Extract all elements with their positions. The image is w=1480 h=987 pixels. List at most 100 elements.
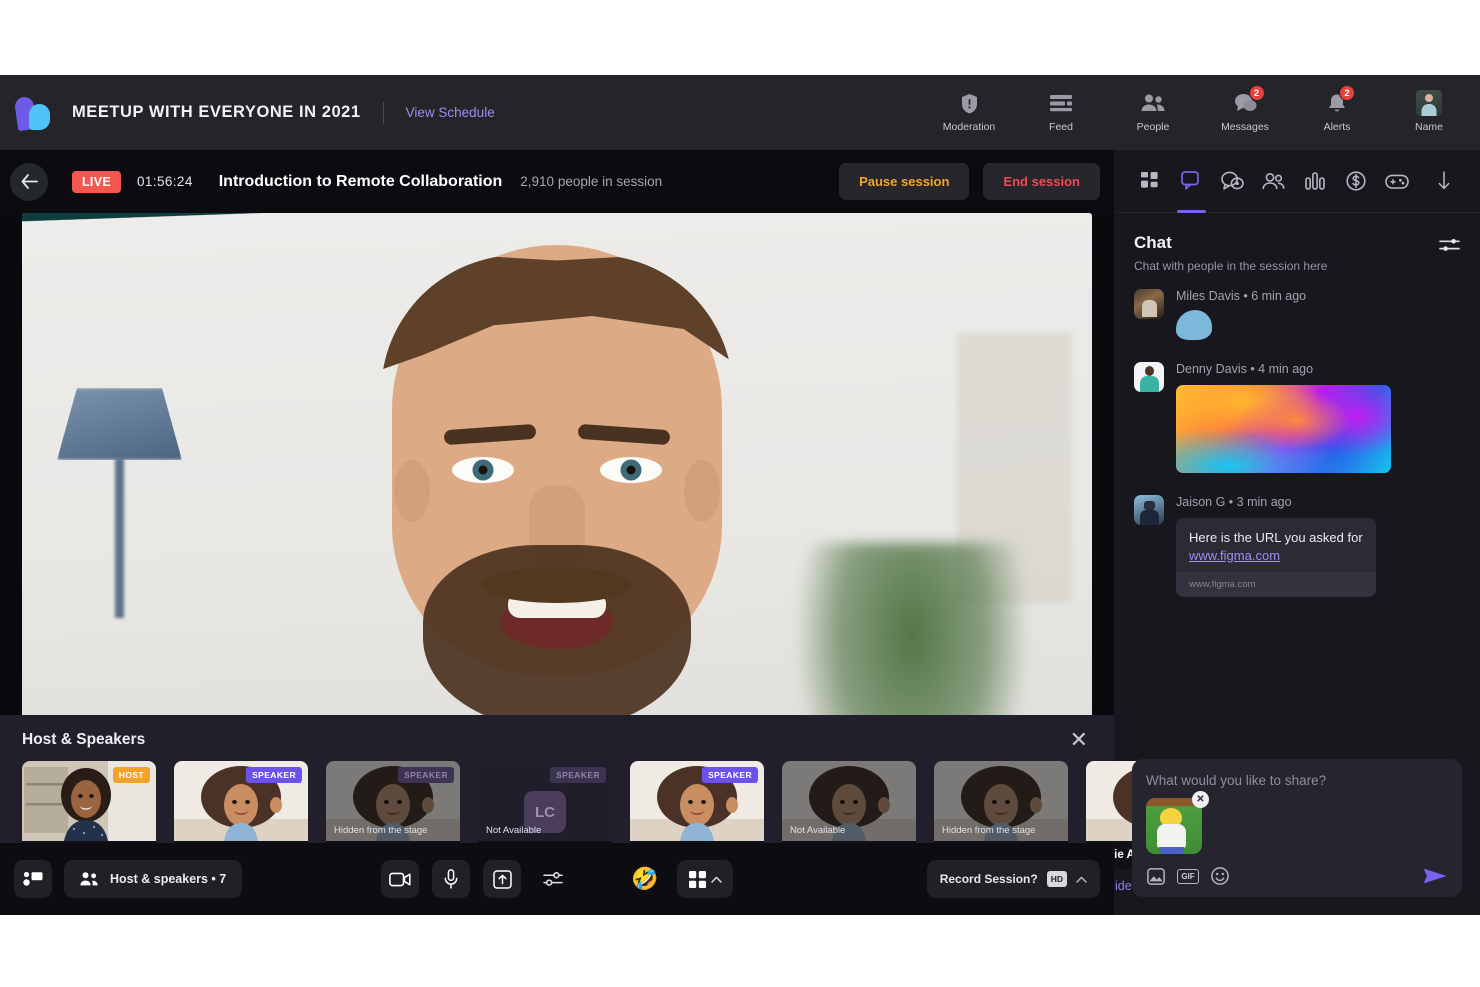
session-people-count: 2,910 people in session <box>520 174 663 189</box>
chat-composer[interactable]: What would you like to share? ✕ GIF <box>1132 759 1462 897</box>
message-body: Miles Davis • 6 min ago <box>1176 289 1460 340</box>
tab-chat[interactable] <box>1171 150 1212 213</box>
tray-title: Host & Speakers <box>22 731 146 748</box>
camera-icon <box>389 872 411 887</box>
role-badge: SPEAKER <box>398 767 454 783</box>
lamp-decor <box>57 388 182 460</box>
end-session-button[interactable]: End session <box>983 163 1100 200</box>
host-speakers-label: Host & speakers • 7 <box>110 872 227 886</box>
nav-label: Feed <box>1049 121 1073 133</box>
message-body: Denny Davis • 4 min ago <box>1176 362 1460 473</box>
view-schedule-link[interactable]: View Schedule <box>406 105 495 120</box>
main-body: LIVE 01:56:24 Introduction to Remote Col… <box>0 150 1480 915</box>
back-button[interactable] <box>10 162 48 201</box>
grid-layout-button[interactable] <box>677 860 733 898</box>
nav-item-people[interactable]: People <box>1124 92 1182 133</box>
nav-item-profile[interactable]: Name <box>1400 90 1458 133</box>
close-icon[interactable]: ✕ <box>1192 791 1209 808</box>
session-timer: 01:56:24 <box>136 174 193 189</box>
emoji-icon[interactable] <box>1210 866 1230 886</box>
nav-item-messages[interactable]: 2 Messages <box>1216 85 1274 133</box>
nav-item-feed[interactable]: Feed <box>1032 92 1090 133</box>
gif-button[interactable]: GIF <box>1177 868 1199 884</box>
avatar <box>1134 495 1164 525</box>
tab-people[interactable] <box>1253 150 1294 213</box>
message-text: Here is the URL you asked for <box>1189 530 1363 545</box>
nav-label: Alerts <box>1323 121 1351 133</box>
tab-polls[interactable] <box>1294 150 1335 213</box>
sticker-attachment[interactable] <box>1176 310 1212 340</box>
chat-header: Chat Chat with people in the session her… <box>1114 213 1480 273</box>
send-icon <box>1422 866 1448 886</box>
chat-title: Chat <box>1134 233 1172 252</box>
sliders-icon <box>543 871 563 887</box>
layout-switch-icon[interactable] <box>14 860 52 898</box>
chat-composer-wrap: What would you like to share? ✕ GIF <box>1114 759 1480 915</box>
microphone-icon <box>444 869 458 889</box>
collapse-panel-button[interactable] <box>1423 150 1464 213</box>
nav-item-alerts[interactable]: 2 Alerts <box>1308 85 1366 133</box>
chat-message: Denny Davis • 4 min ago <box>1134 362 1460 473</box>
chat-message-list[interactable]: Miles Davis • 6 min ago Denny Davis • 4 m… <box>1114 273 1480 759</box>
role-badge: SPEAKER <box>550 767 606 783</box>
tab-apps[interactable] <box>1130 150 1171 213</box>
nav-label: People <box>1136 121 1170 133</box>
logo-icon[interactable] <box>13 93 54 133</box>
message-meta: Jaison G • 3 min ago <box>1176 495 1292 509</box>
tab-games[interactable] <box>1376 150 1417 213</box>
role-badge: HOST <box>112 767 150 783</box>
chat-message: Miles Davis • 6 min ago <box>1134 289 1460 340</box>
microphone-button[interactable] <box>432 860 470 898</box>
message-body: Jaison G • 3 min ago Here is the URL you … <box>1176 495 1460 597</box>
avatar <box>1416 90 1442 116</box>
right-sidebar: Chat Chat with people in the session her… <box>1114 150 1480 915</box>
message-meta: Miles Davis • 6 min ago <box>1176 289 1307 303</box>
role-badge: SPEAKER <box>702 767 758 783</box>
message-link[interactable]: www.figma.com <box>1189 548 1363 563</box>
bottom-control-bar: Host & speakers • 7 🤣 Record Session? HD <box>0 843 1114 915</box>
thumbnail-status-note: Hidden from the stage <box>942 825 1036 836</box>
chat-subtitle: Chat with people in the session here <box>1134 259 1328 273</box>
composer-toolbar: GIF <box>1146 866 1448 886</box>
session-header-bar: LIVE 01:56:24 Introduction to Remote Col… <box>0 150 1114 213</box>
send-button[interactable] <box>1422 866 1448 886</box>
session-title: Introduction to Remote Collaboration <box>218 172 503 190</box>
link-preview: www.figma.com <box>1176 571 1376 597</box>
pause-session-button[interactable]: Pause session <box>839 163 970 200</box>
attachment-preview[interactable]: ✕ <box>1146 791 1209 854</box>
nav-item-moderation[interactable]: Moderation <box>940 92 998 133</box>
camera-button[interactable] <box>381 860 419 898</box>
feed-icon <box>1050 92 1072 114</box>
top-navigation-bar: MEETUP WITH EVERYONE IN 2021 View Schedu… <box>0 75 1480 150</box>
chat-message: Jaison G • 3 min ago Here is the URL you … <box>1134 495 1460 597</box>
tab-qa[interactable] <box>1212 150 1253 213</box>
sliders-icon <box>1439 237 1460 253</box>
thumbnail-status-note: Not Available <box>486 825 542 836</box>
tray-header: Host & Speakers ✕ <box>0 729 1114 761</box>
nav-items: Moderation Feed People 2 Messages 2 Aler… <box>940 85 1458 133</box>
chat-settings-button[interactable] <box>1439 233 1460 253</box>
shield-icon <box>960 92 979 114</box>
messages-icon: 2 <box>1234 85 1265 114</box>
sidebar-tabs <box>1114 150 1480 213</box>
nav-label: Messages <box>1221 121 1269 133</box>
reaction-button[interactable]: 🤣 <box>626 860 664 898</box>
chevron-up-icon <box>1076 876 1087 883</box>
record-session-label: Record Session? <box>939 872 1038 886</box>
close-icon[interactable]: ✕ <box>1066 729 1092 751</box>
hd-badge: HD <box>1046 871 1067 887</box>
share-screen-button[interactable] <box>483 860 521 898</box>
settings-button[interactable] <box>534 860 572 898</box>
host-speakers-button[interactable]: Host & speakers • 7 <box>64 860 243 898</box>
tab-monetization[interactable] <box>1335 150 1376 213</box>
image-attachment[interactable] <box>1176 385 1391 473</box>
people-icon <box>1141 92 1165 114</box>
image-icon[interactable] <box>1146 866 1166 886</box>
nav-label: Moderation <box>942 121 996 133</box>
live-badge: LIVE <box>72 170 121 193</box>
record-session-button[interactable]: Record Session? HD <box>926 860 1100 898</box>
chevron-up-icon <box>710 876 722 883</box>
stage-column: LIVE 01:56:24 Introduction to Remote Col… <box>0 150 1220 915</box>
chat-input[interactable]: What would you like to share? <box>1146 773 1448 788</box>
avatar <box>1134 362 1164 392</box>
